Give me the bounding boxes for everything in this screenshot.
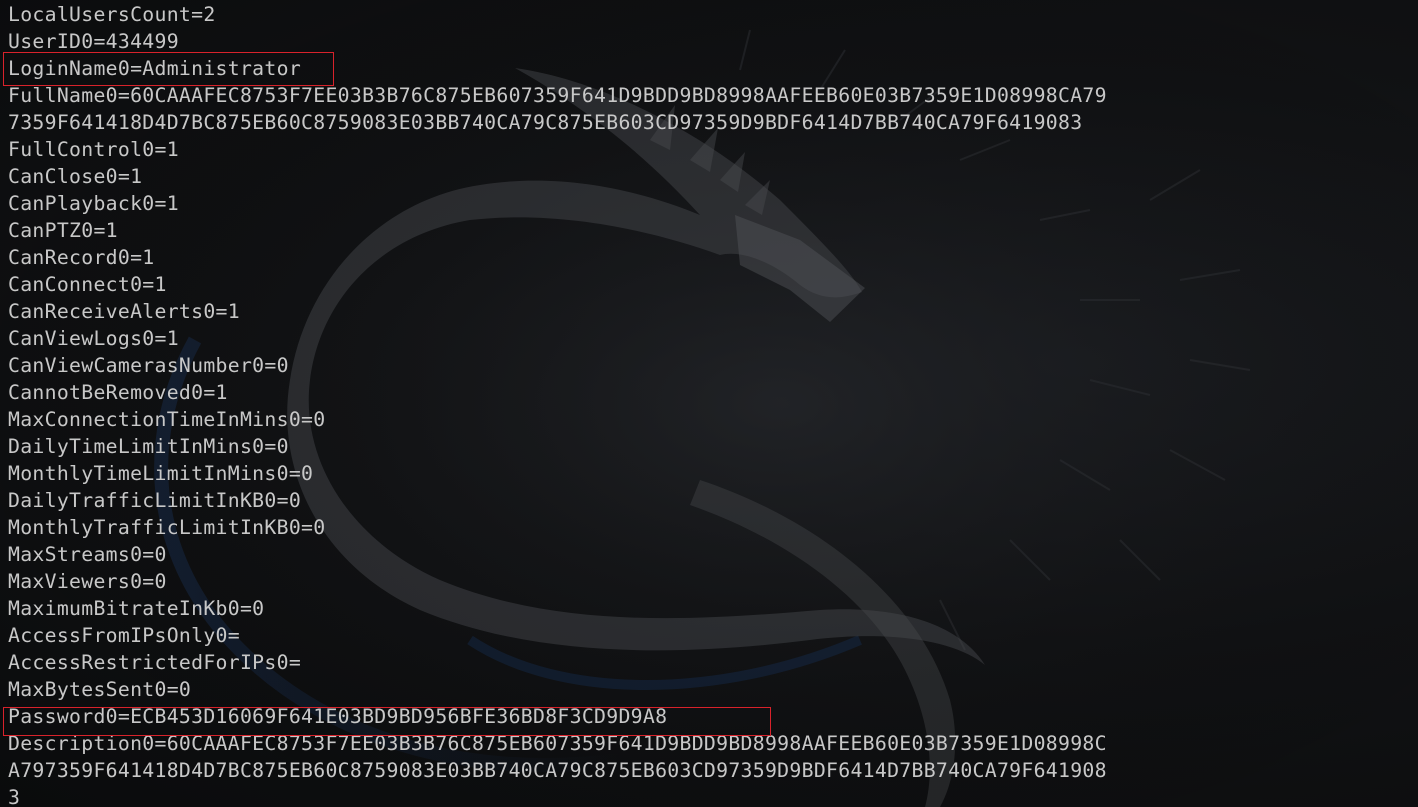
output-line: CanRecord0=1 [8, 246, 155, 269]
output-line: LocalUsersCount=2 [8, 3, 216, 26]
output-line: MaxStreams0=0 [8, 543, 167, 566]
login-name-line: LoginName0=Administrator [8, 57, 302, 80]
output-line: CanConnect0=1 [8, 273, 167, 296]
output-line: MaxBytesSent0=0 [8, 678, 192, 701]
output-line: CannotBeRemoved0=1 [8, 381, 228, 404]
output-line: AccessFromIPsOnly0= [8, 624, 240, 647]
output-line: UserID0=434499 [8, 30, 179, 53]
output-line: MonthlyTimeLimitInMins0=0 [8, 462, 314, 485]
output-line: MonthlyTrafficLimitInKB0=0 [8, 516, 326, 539]
output-line: MaxViewers0=0 [8, 570, 167, 593]
output-line: DailyTrafficLimitInKB0=0 [8, 489, 302, 512]
output-line: CanViewCamerasNumber0=0 [8, 354, 289, 377]
output-line: A797359F641418D4D7BC875EB60C8759083E03BB… [8, 759, 1107, 782]
output-line: CanReceiveAlerts0=1 [8, 300, 240, 323]
output-line: CanViewLogs0=1 [8, 327, 179, 350]
output-line: Description0=60CAAAFEC8753F7EE03B3B76C87… [8, 732, 1107, 755]
output-line: AccessRestrictedForIPs0= [8, 651, 302, 674]
output-line: 3 [8, 786, 21, 807]
output-line: CanPTZ0=1 [8, 219, 118, 242]
output-line: 7359F641418D4D7BC875EB60C8759083E03BB740… [8, 111, 1083, 134]
terminal-window[interactable]: LocalUsersCount=2 UserID0=434499 LoginName… [0, 0, 1418, 807]
output-line: CanPlayback0=1 [8, 192, 179, 215]
output-line: MaxConnectionTimeInMins0=0 [8, 408, 326, 431]
output-line: FullName0=60CAAAFEC8753F7EE03B3B76C875EB… [8, 84, 1107, 107]
password-line: Password0=ECB453D16069F641E03BD9BD956BFE… [8, 705, 668, 728]
output-line: CanClose0=1 [8, 165, 143, 188]
output-line: MaximumBitrateInKb0=0 [8, 597, 265, 620]
output-line: FullControl0=1 [8, 138, 179, 161]
terminal-output[interactable]: LocalUsersCount=2 UserID0=434499 LoginName… [8, 1, 1107, 807]
output-line: DailyTimeLimitInMins0=0 [8, 435, 289, 458]
